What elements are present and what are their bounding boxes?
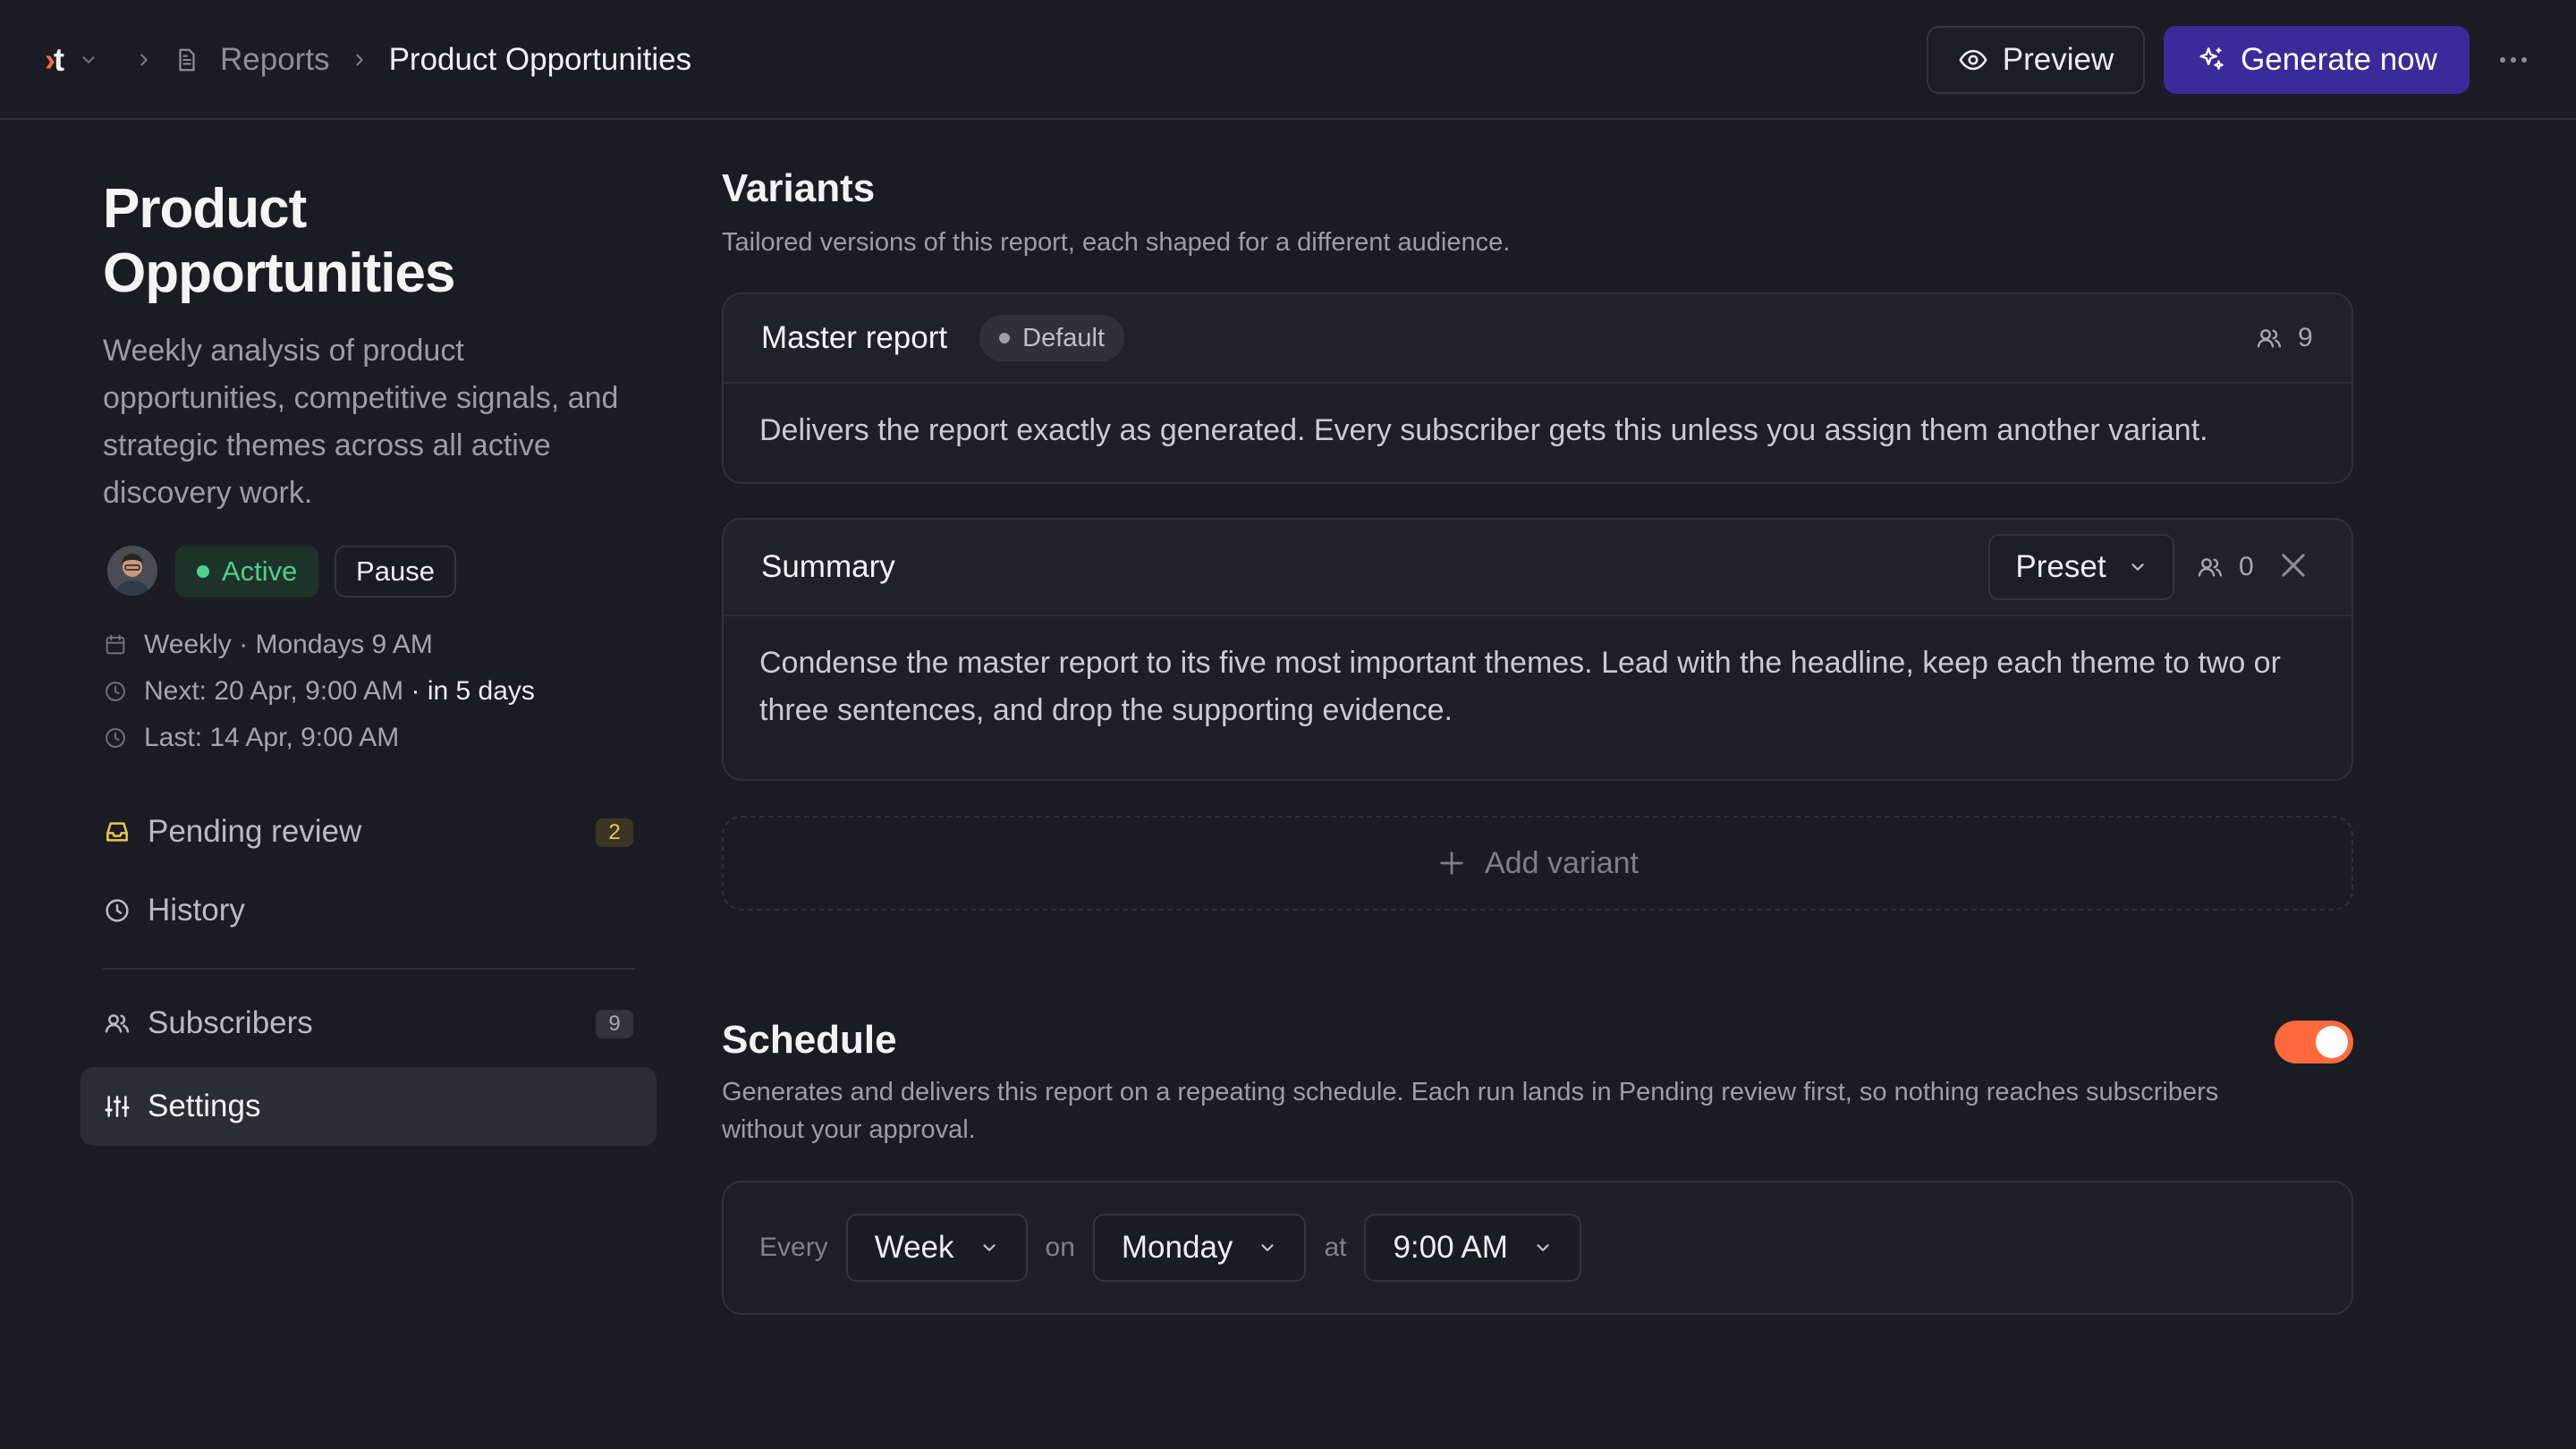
- breadcrumb-reports[interactable]: Reports: [220, 42, 330, 78]
- frequency-select[interactable]: Week: [845, 1214, 1028, 1282]
- variant-description: Delivers the report exactly as generated…: [759, 413, 2208, 447]
- variants-subtitle: Tailored versions of this report, each s…: [722, 228, 1511, 257]
- users-icon: [2198, 558, 2223, 577]
- last-run: Last: 14 Apr, 9:00 AM: [103, 723, 399, 753]
- at-label: at: [1324, 1233, 1347, 1262]
- users-icon: [105, 1014, 130, 1033]
- preview-button[interactable]: Preview: [1927, 26, 2145, 94]
- variants-heading: Variants: [722, 166, 876, 210]
- schedule-picker: Every Week on Monday at 9:00 AM: [722, 1181, 2353, 1315]
- sidebar-item-label: History: [148, 893, 245, 928]
- schedule-summary: Weekly · Mondays 9 AM: [103, 630, 433, 660]
- generate-now-button[interactable]: Generate now: [2164, 26, 2470, 94]
- sidebar-divider: [103, 968, 635, 970]
- inbox-icon: [106, 822, 128, 842]
- pause-button[interactable]: Pause: [335, 546, 456, 597]
- breadcrumb-current: Product Opportunities: [388, 42, 692, 77]
- variant-description[interactable]: Condense the master report to its five m…: [724, 616, 2351, 765]
- schedule-summary-text: Weekly · Mondays 9 AM: [144, 630, 433, 659]
- sparkles-icon: [2199, 47, 2224, 70]
- chevron-down-icon: [2131, 564, 2144, 571]
- chevron-down-icon: [1537, 1244, 1549, 1251]
- chevron-right-icon: [355, 54, 363, 66]
- toggle-knob: [2316, 1026, 2348, 1058]
- sidebar-item-history[interactable]: History: [80, 871, 657, 950]
- report-description: Weekly analysis of product opportunities…: [103, 334, 619, 510]
- chevron-down-icon: [982, 1244, 996, 1251]
- variant-card-master: Master report Default 9 Delivers the rep…: [722, 292, 2353, 484]
- subscriber-count-value: 9: [2298, 323, 2313, 352]
- plus-icon: [1440, 852, 1463, 875]
- preview-label: Preview: [2002, 42, 2114, 77]
- owner-avatar[interactable]: [107, 546, 157, 596]
- report-title: Product Opportunities: [103, 178, 455, 304]
- variant-card-header: Summary Preset 0: [724, 520, 2351, 616]
- eye-icon: [1959, 49, 1987, 71]
- add-variant-label: Add variant: [1485, 845, 1639, 880]
- sidebar-item-label: Subscribers: [148, 1005, 313, 1040]
- on-label: on: [1045, 1233, 1075, 1262]
- app-logo: ›t: [45, 41, 64, 78]
- sidebar-item-pending-review[interactable]: Pending review 2: [80, 792, 657, 871]
- more-horizontal-icon: [2500, 57, 2527, 63]
- sliders-icon: [105, 1096, 130, 1117]
- breadcrumb: Reports Product Opportunities: [134, 0, 691, 120]
- variant-card-header: Master report Default 9: [724, 294, 2351, 384]
- next-run-text: Next: 20 Apr, 9:00 AM: [144, 676, 404, 706]
- chevron-down-icon: [1261, 1244, 1275, 1251]
- top-bar: ›t Reports Product Opportunities Preview…: [0, 0, 2576, 120]
- variant-mode-value: Preset: [2015, 549, 2106, 584]
- sidebar-item-subscribers[interactable]: Subscribers 9: [80, 984, 657, 1063]
- every-label: Every: [759, 1233, 828, 1262]
- document-icon: [179, 48, 195, 72]
- time-select[interactable]: 9:00 AM: [1364, 1214, 1581, 1282]
- subscribers-count-badge: 9: [596, 1010, 633, 1038]
- next-run: Next: 20 Apr, 9:00 AM · in 5 days: [103, 676, 535, 707]
- generate-now-label: Generate now: [2241, 42, 2437, 77]
- calendar-icon: [106, 634, 125, 655]
- status-badge: Active: [175, 546, 319, 597]
- chevron-down-icon: [82, 56, 95, 64]
- remove-variant-close-icon[interactable]: [2276, 548, 2310, 582]
- variant-mode-select[interactable]: Preset: [1988, 534, 2174, 600]
- more-options-button[interactable]: [2497, 45, 2529, 75]
- clock-icon: [106, 728, 125, 748]
- clock-icon: [106, 899, 129, 922]
- day-select[interactable]: Monday: [1092, 1214, 1307, 1282]
- schedule-toggle[interactable]: [2275, 1021, 2353, 1063]
- sidebar-item-label: Pending review: [148, 814, 362, 849]
- status-label: Active: [222, 555, 298, 587]
- default-badge-label: Default: [1022, 323, 1106, 352]
- next-run-relative: · in 5 days: [411, 676, 535, 706]
- sidebar-item-label: Settings: [148, 1089, 261, 1123]
- schedule-subtitle: Generates and delivers this report on a …: [722, 1078, 2219, 1144]
- time-value: 9:00 AM: [1393, 1230, 1508, 1265]
- chevron-right-icon: [140, 54, 148, 66]
- last-run-text: Last: 14 Apr, 9:00 AM: [144, 723, 400, 752]
- variant-card-summary: Summary Preset 0 Condense the master rep…: [722, 518, 2353, 781]
- users-icon: [2257, 329, 2282, 348]
- clock-icon: [106, 682, 125, 701]
- sidebar-item-settings[interactable]: Settings: [80, 1067, 657, 1146]
- subscriber-count-value: 0: [2239, 552, 2254, 581]
- schedule-heading: Schedule: [722, 1018, 897, 1062]
- default-badge: Default: [979, 315, 1125, 361]
- status-dot: [197, 565, 209, 578]
- variant-subscriber-count[interactable]: 0: [2196, 552, 2254, 582]
- add-variant-button[interactable]: Add variant: [722, 816, 2353, 911]
- variant-title[interactable]: Summary: [761, 549, 895, 585]
- default-dot: [999, 333, 1011, 343]
- avatar-image: [107, 546, 157, 596]
- variant-subscriber-count[interactable]: 9: [2255, 323, 2313, 353]
- workspace-switcher[interactable]: ›t: [45, 41, 98, 79]
- frequency-value: Week: [874, 1230, 954, 1265]
- variant-title: Master report: [761, 320, 948, 355]
- day-value: Monday: [1121, 1230, 1233, 1265]
- pending-count-badge: 2: [596, 818, 633, 847]
